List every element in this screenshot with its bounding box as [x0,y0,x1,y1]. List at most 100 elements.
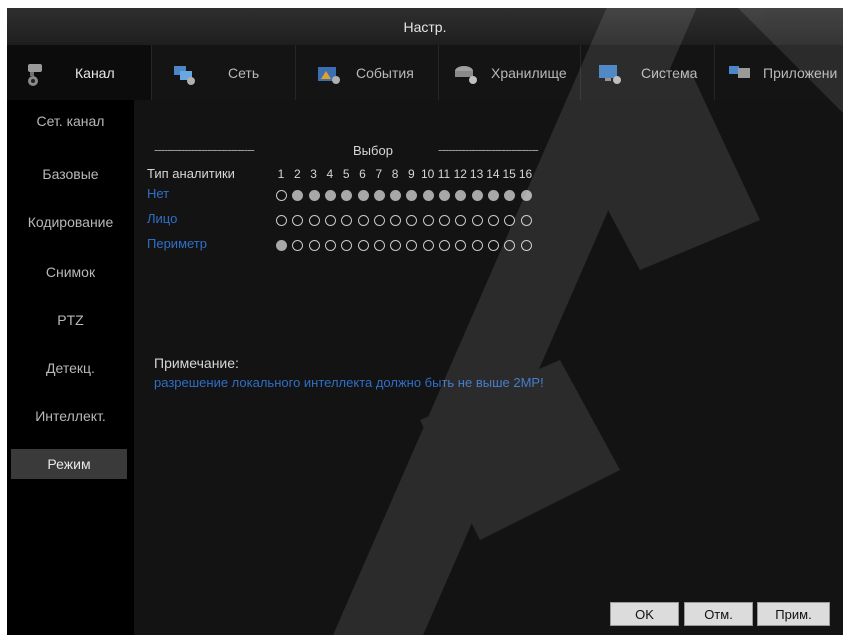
channel-radio[interactable] [487,240,499,251]
tab-apps[interactable]: Приложени [715,45,843,100]
sidebar-item-snapshot[interactable]: Снимок [7,257,134,287]
channel-radio[interactable] [439,215,450,226]
channel-radio[interactable] [487,190,499,201]
channel-radio[interactable] [373,190,385,201]
channel-number: 10 [421,167,435,181]
channel-number: 11 [437,167,451,181]
channel-radio[interactable] [276,215,287,226]
sidebar-item-intellect[interactable]: Интеллект. [7,401,134,431]
channel-radio[interactable] [406,215,418,226]
camera-icon [25,62,51,86]
channel-radio[interactable] [390,190,402,201]
tab-label: Система [641,64,698,81]
row-label-perimeter: Периметр [147,236,207,251]
tab-system[interactable]: Система [581,45,715,100]
channel-number: 1 [277,167,285,181]
channel-number: 15 [502,167,516,181]
channel-radio[interactable] [357,240,369,251]
channel-radio[interactable] [406,190,418,201]
channel-radio[interactable] [357,190,369,201]
apply-button[interactable]: Прим. [757,602,830,626]
channel-radio[interactable] [504,190,516,201]
channel-number: 3 [310,167,317,181]
channel-radio[interactable] [308,190,320,201]
header-dashes-right: ------------------------------ [438,142,539,157]
channel-radio[interactable] [292,190,304,201]
channel-number: 6 [359,167,366,181]
settings-window: Настр. Канал Сеть События Хранилище Сист… [7,8,843,635]
analytics-type-label: Тип аналитики [147,166,235,181]
channel-radio[interactable] [308,215,320,226]
tab-label: Сеть [228,64,260,81]
channel-radio[interactable] [390,240,402,251]
channel-number: 5 [342,167,350,181]
ok-button[interactable]: OK [610,602,679,626]
channel-radio[interactable] [324,240,336,251]
channel-radio[interactable] [439,190,450,201]
mode-panel: ------------------------------ Выбор ---… [134,100,843,635]
window-title: Настр. [7,8,843,45]
channel-number: 16 [518,167,533,181]
channel-radio[interactable] [520,215,532,226]
tab-network[interactable]: Сеть [152,45,296,100]
tab-events[interactable]: События [296,45,439,100]
channel-number: 8 [391,167,399,181]
channel-radio[interactable] [357,215,369,226]
tab-label: Канал [75,64,115,81]
channel-radio[interactable] [390,215,402,226]
channel-radio[interactable] [324,190,336,201]
sidebar-item-encoding[interactable]: Кодирование [7,207,134,237]
channel-radio[interactable] [373,240,385,251]
channel-radio[interactable] [292,215,304,226]
sidebar-item-network-channel[interactable]: Сет. канал [7,106,134,136]
channel-radio[interactable] [455,190,467,201]
channel-radio[interactable] [292,240,304,251]
channel-radio[interactable] [341,215,353,226]
header-dashes-left: ------------------------------ [154,142,255,157]
sidebar-item-basic[interactable]: Базовые [7,159,134,189]
select-header: Выбор [353,143,393,158]
tab-label: События [356,64,414,81]
channel-radio[interactable] [520,190,532,201]
channel-number: 13 [469,167,484,181]
channel-radio[interactable] [520,240,532,251]
channel-radio[interactable] [439,240,450,251]
row-label-none: Нет [147,186,170,201]
cancel-button[interactable]: Отм. [684,602,753,626]
note-label: Примечание: [154,355,239,371]
network-icon [172,62,198,85]
channel-radio[interactable] [455,240,467,251]
channel-radio[interactable] [276,190,287,201]
channel-radio[interactable] [471,190,483,201]
channel-number: 12 [453,167,467,181]
tab-bar: Канал Сеть События Хранилище Система При… [7,45,843,101]
apps-icon [727,62,753,84]
sidebar-item-ptz[interactable]: PTZ [7,305,134,335]
events-icon [316,62,342,84]
channel-radio[interactable] [471,240,483,251]
channel-radio[interactable] [324,215,336,226]
sidebar-item-mode[interactable]: Режим [11,449,127,479]
channel-radio[interactable] [504,215,516,226]
storage-icon [453,62,479,84]
sidebar: Сет. канал Базовые Кодирование Снимок PT… [7,100,134,635]
channel-radio[interactable] [422,190,434,201]
channel-number: 14 [486,167,500,181]
channel-radio[interactable] [373,215,385,226]
channel-radio[interactable] [276,240,287,251]
channel-radio[interactable] [504,240,516,251]
channel-radio[interactable] [406,240,418,251]
channel-number: 4 [326,167,334,181]
channel-radio[interactable] [341,240,353,251]
channel-radio[interactable] [471,215,483,226]
channel-radio[interactable] [341,190,353,201]
tab-label: Приложени [763,64,838,81]
channel-radio[interactable] [308,240,320,251]
channel-radio[interactable] [455,215,467,226]
tab-channel[interactable]: Канал [7,45,152,100]
sidebar-item-detection[interactable]: Детекц. [7,353,134,383]
channel-radio[interactable] [422,240,434,251]
channel-radio[interactable] [422,215,434,226]
channel-radio[interactable] [487,215,499,226]
tab-storage[interactable]: Хранилище [439,45,581,100]
